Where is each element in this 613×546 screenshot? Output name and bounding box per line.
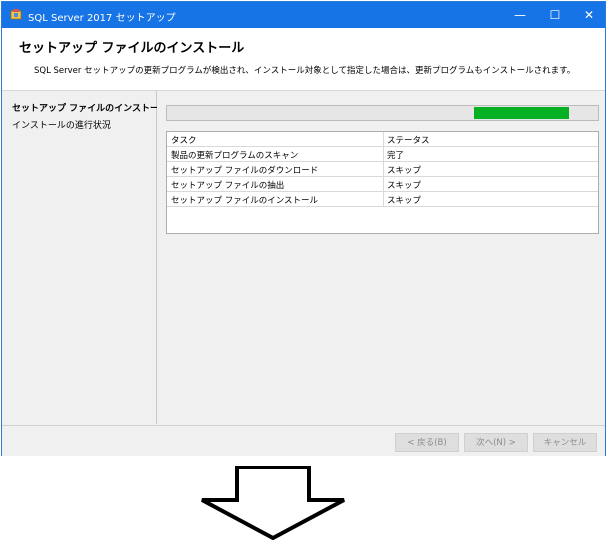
back-button[interactable]: < 戻る(B) xyxy=(395,433,459,452)
task-status-table: タスク ステータス 製品の更新プログラムのスキャン 完了 セットアップ ファイル… xyxy=(166,131,599,234)
page-header: セットアップ ファイルのインストール SQL Server セットアップの更新プ… xyxy=(2,28,605,91)
window-title: SQL Server 2017 セットアップ xyxy=(28,13,176,24)
down-arrow-icon xyxy=(201,466,345,540)
status-cell: 完了 xyxy=(387,151,405,161)
column-divider xyxy=(383,132,384,207)
button-bar: < 戻る(B) 次へ(N) > キャンセル xyxy=(2,425,605,456)
task-cell: セットアップ ファイルのダウンロード xyxy=(171,166,319,176)
main-content: タスク ステータス 製品の更新プログラムのスキャン 完了 セットアップ ファイル… xyxy=(157,91,605,424)
page-description: SQL Server セットアップの更新プログラムが検出され、インストール対象と… xyxy=(34,66,576,76)
task-cell: セットアップ ファイルの抽出 xyxy=(171,181,285,191)
sql-server-setup-icon xyxy=(10,9,22,20)
setup-window: SQL Server 2017 セットアップ — ☐ ✕ セットアップ ファイル… xyxy=(1,1,606,456)
column-header-task: タスク xyxy=(171,136,197,146)
progress-bar-fill xyxy=(474,107,569,119)
column-header-status: ステータス xyxy=(387,136,430,146)
minimize-button[interactable]: — xyxy=(503,2,537,28)
close-button[interactable]: ✕ xyxy=(572,2,606,28)
status-cell: スキップ xyxy=(387,181,422,191)
sidebar-item-install-setup-files: セットアップ ファイルのインストール xyxy=(12,104,168,114)
task-cell: 製品の更新プログラムのスキャン xyxy=(171,151,299,161)
maximize-button[interactable]: ☐ xyxy=(538,2,572,28)
page-title: セットアップ ファイルのインストール xyxy=(19,41,245,56)
sidebar-item-installation-progress: インストールの進行状況 xyxy=(12,121,111,131)
progress-bar xyxy=(166,105,599,121)
cancel-button[interactable]: キャンセル xyxy=(533,433,597,452)
title-bar[interactable]: SQL Server 2017 セットアップ — ☐ ✕ xyxy=(2,2,605,28)
next-button[interactable]: 次へ(N) > xyxy=(464,433,528,452)
task-cell: セットアップ ファイルのインストール xyxy=(171,196,319,206)
status-cell: スキップ xyxy=(387,196,422,206)
steps-sidebar: セットアップ ファイルのインストール インストールの進行状況 xyxy=(2,91,168,424)
status-cell: スキップ xyxy=(387,166,422,176)
